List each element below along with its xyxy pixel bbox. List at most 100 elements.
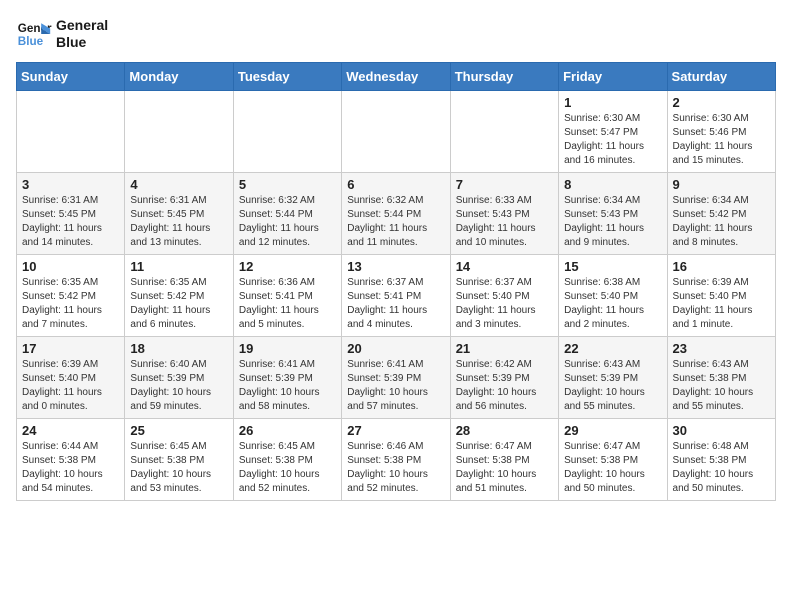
weekday-header-thursday: Thursday bbox=[450, 63, 558, 91]
day-number: 12 bbox=[239, 259, 336, 274]
day-info: Sunrise: 6:47 AM Sunset: 5:38 PM Dayligh… bbox=[564, 440, 661, 496]
day-number: 14 bbox=[456, 259, 553, 274]
day-number: 24 bbox=[22, 423, 119, 438]
week-row-5: 24 Sunrise: 6:44 AM Sunset: 5:38 PM Dayli… bbox=[17, 419, 776, 501]
day-number: 2 bbox=[673, 95, 770, 110]
calendar-cell: 30 Sunrise: 6:48 AM Sunset: 5:38 PM Dayli… bbox=[667, 419, 775, 501]
day-info: Sunrise: 6:30 AM Sunset: 5:46 PM Dayligh… bbox=[673, 112, 770, 168]
calendar-cell: 25 Sunrise: 6:45 AM Sunset: 5:38 PM Dayli… bbox=[125, 419, 233, 501]
day-info: Sunrise: 6:38 AM Sunset: 5:40 PM Dayligh… bbox=[564, 276, 661, 332]
day-info: Sunrise: 6:34 AM Sunset: 5:42 PM Dayligh… bbox=[673, 194, 770, 250]
logo-line2: Blue bbox=[56, 34, 108, 51]
calendar-cell: 5Sunrise: 6:32 AM Sunset: 5:44 PM Daylig… bbox=[233, 173, 341, 255]
day-info: Sunrise: 6:46 AM Sunset: 5:38 PM Dayligh… bbox=[347, 440, 444, 496]
calendar-cell: 6 Sunrise: 6:32 AM Sunset: 5:44 PM Daylig… bbox=[342, 173, 450, 255]
header: General Blue General Blue bbox=[16, 16, 776, 52]
day-number: 15 bbox=[564, 259, 661, 274]
calendar-cell: 23Sunrise: 6:43 AM Sunset: 5:38 PM Dayli… bbox=[667, 337, 775, 419]
day-number: 16 bbox=[673, 259, 770, 274]
weekday-header-sunday: Sunday bbox=[17, 63, 125, 91]
week-row-3: 10Sunrise: 6:35 AM Sunset: 5:42 PM Dayli… bbox=[17, 255, 776, 337]
calendar-cell: 7 Sunrise: 6:33 AM Sunset: 5:43 PM Daylig… bbox=[450, 173, 558, 255]
day-info: Sunrise: 6:40 AM Sunset: 5:39 PM Dayligh… bbox=[130, 358, 227, 414]
day-number: 25 bbox=[130, 423, 227, 438]
day-info: Sunrise: 6:43 AM Sunset: 5:39 PM Dayligh… bbox=[564, 358, 661, 414]
calendar-cell bbox=[17, 91, 125, 173]
day-info: Sunrise: 6:42 AM Sunset: 5:39 PM Dayligh… bbox=[456, 358, 553, 414]
calendar-cell: 11Sunrise: 6:35 AM Sunset: 5:42 PM Dayli… bbox=[125, 255, 233, 337]
day-info: Sunrise: 6:34 AM Sunset: 5:43 PM Dayligh… bbox=[564, 194, 661, 250]
calendar-cell bbox=[342, 91, 450, 173]
calendar-cell: 9 Sunrise: 6:34 AM Sunset: 5:42 PM Daylig… bbox=[667, 173, 775, 255]
day-number: 18 bbox=[130, 341, 227, 356]
calendar-cell: 27 Sunrise: 6:46 AM Sunset: 5:38 PM Dayli… bbox=[342, 419, 450, 501]
day-number: 5 bbox=[239, 177, 336, 192]
day-number: 7 bbox=[456, 177, 553, 192]
calendar-cell: 14Sunrise: 6:37 AM Sunset: 5:40 PM Dayli… bbox=[450, 255, 558, 337]
calendar-cell: 12 Sunrise: 6:36 AM Sunset: 5:41 PM Dayli… bbox=[233, 255, 341, 337]
day-number: 3 bbox=[22, 177, 119, 192]
calendar-cell bbox=[233, 91, 341, 173]
day-info: Sunrise: 6:41 AM Sunset: 5:39 PM Dayligh… bbox=[347, 358, 444, 414]
week-row-1: 1Sunrise: 6:30 AM Sunset: 5:47 PM Daylig… bbox=[17, 91, 776, 173]
calendar-cell: 18 Sunrise: 6:40 AM Sunset: 5:39 PM Dayli… bbox=[125, 337, 233, 419]
weekday-header-saturday: Saturday bbox=[667, 63, 775, 91]
calendar-cell: 29Sunrise: 6:47 AM Sunset: 5:38 PM Dayli… bbox=[559, 419, 667, 501]
day-info: Sunrise: 6:45 AM Sunset: 5:38 PM Dayligh… bbox=[130, 440, 227, 496]
day-info: Sunrise: 6:48 AM Sunset: 5:38 PM Dayligh… bbox=[673, 440, 770, 496]
calendar-cell bbox=[125, 91, 233, 173]
calendar-cell: 4 Sunrise: 6:31 AM Sunset: 5:45 PM Daylig… bbox=[125, 173, 233, 255]
calendar-cell: 21 Sunrise: 6:42 AM Sunset: 5:39 PM Dayli… bbox=[450, 337, 558, 419]
calendar-cell: 1Sunrise: 6:30 AM Sunset: 5:47 PM Daylig… bbox=[559, 91, 667, 173]
day-number: 9 bbox=[673, 177, 770, 192]
day-number: 23 bbox=[673, 341, 770, 356]
weekday-header-wednesday: Wednesday bbox=[342, 63, 450, 91]
calendar-cell: 28Sunrise: 6:47 AM Sunset: 5:38 PM Dayli… bbox=[450, 419, 558, 501]
day-info: Sunrise: 6:31 AM Sunset: 5:45 PM Dayligh… bbox=[130, 194, 227, 250]
svg-text:Blue: Blue bbox=[18, 35, 44, 48]
calendar-cell bbox=[450, 91, 558, 173]
day-number: 30 bbox=[673, 423, 770, 438]
day-info: Sunrise: 6:37 AM Sunset: 5:41 PM Dayligh… bbox=[347, 276, 444, 332]
day-info: Sunrise: 6:35 AM Sunset: 5:42 PM Dayligh… bbox=[22, 276, 119, 332]
day-number: 22 bbox=[564, 341, 661, 356]
day-info: Sunrise: 6:47 AM Sunset: 5:38 PM Dayligh… bbox=[456, 440, 553, 496]
day-number: 1 bbox=[564, 95, 661, 110]
day-info: Sunrise: 6:44 AM Sunset: 5:38 PM Dayligh… bbox=[22, 440, 119, 496]
day-info: Sunrise: 6:41 AM Sunset: 5:39 PM Dayligh… bbox=[239, 358, 336, 414]
weekday-header-monday: Monday bbox=[125, 63, 233, 91]
day-info: Sunrise: 6:33 AM Sunset: 5:43 PM Dayligh… bbox=[456, 194, 553, 250]
day-number: 4 bbox=[130, 177, 227, 192]
day-number: 27 bbox=[347, 423, 444, 438]
day-number: 11 bbox=[130, 259, 227, 274]
calendar-cell: 13Sunrise: 6:37 AM Sunset: 5:41 PM Dayli… bbox=[342, 255, 450, 337]
day-number: 21 bbox=[456, 341, 553, 356]
day-info: Sunrise: 6:39 AM Sunset: 5:40 PM Dayligh… bbox=[673, 276, 770, 332]
calendar-cell: 19 Sunrise: 6:41 AM Sunset: 5:39 PM Dayli… bbox=[233, 337, 341, 419]
calendar-cell: 24 Sunrise: 6:44 AM Sunset: 5:38 PM Dayli… bbox=[17, 419, 125, 501]
week-row-2: 3 Sunrise: 6:31 AM Sunset: 5:45 PM Daylig… bbox=[17, 173, 776, 255]
calendar-cell: 17Sunrise: 6:39 AM Sunset: 5:40 PM Dayli… bbox=[17, 337, 125, 419]
day-number: 26 bbox=[239, 423, 336, 438]
day-number: 20 bbox=[347, 341, 444, 356]
calendar-table: SundayMondayTuesdayWednesdayThursdayFrid… bbox=[16, 62, 776, 501]
calendar-cell: 26 Sunrise: 6:45 AM Sunset: 5:38 PM Dayli… bbox=[233, 419, 341, 501]
calendar-cell: 10Sunrise: 6:35 AM Sunset: 5:42 PM Dayli… bbox=[17, 255, 125, 337]
day-info: Sunrise: 6:36 AM Sunset: 5:41 PM Dayligh… bbox=[239, 276, 336, 332]
logo-line1: General bbox=[56, 17, 108, 34]
calendar-cell: 3 Sunrise: 6:31 AM Sunset: 5:45 PM Daylig… bbox=[17, 173, 125, 255]
calendar-cell: 16 Sunrise: 6:39 AM Sunset: 5:40 PM Dayli… bbox=[667, 255, 775, 337]
weekday-header-row: SundayMondayTuesdayWednesdayThursdayFrid… bbox=[17, 63, 776, 91]
weekday-header-tuesday: Tuesday bbox=[233, 63, 341, 91]
day-number: 8 bbox=[564, 177, 661, 192]
week-row-4: 17Sunrise: 6:39 AM Sunset: 5:40 PM Dayli… bbox=[17, 337, 776, 419]
calendar-cell: 20 Sunrise: 6:41 AM Sunset: 5:39 PM Dayli… bbox=[342, 337, 450, 419]
day-number: 6 bbox=[347, 177, 444, 192]
logo-icon: General Blue bbox=[16, 16, 52, 52]
calendar-cell: 22 Sunrise: 6:43 AM Sunset: 5:39 PM Dayli… bbox=[559, 337, 667, 419]
logo: General Blue General Blue bbox=[16, 16, 108, 52]
day-number: 19 bbox=[239, 341, 336, 356]
day-info: Sunrise: 6:45 AM Sunset: 5:38 PM Dayligh… bbox=[239, 440, 336, 496]
day-info: Sunrise: 6:32 AM Sunset: 5:44 PM Dayligh… bbox=[347, 194, 444, 250]
day-info: Sunrise: 6:31 AM Sunset: 5:45 PM Dayligh… bbox=[22, 194, 119, 250]
